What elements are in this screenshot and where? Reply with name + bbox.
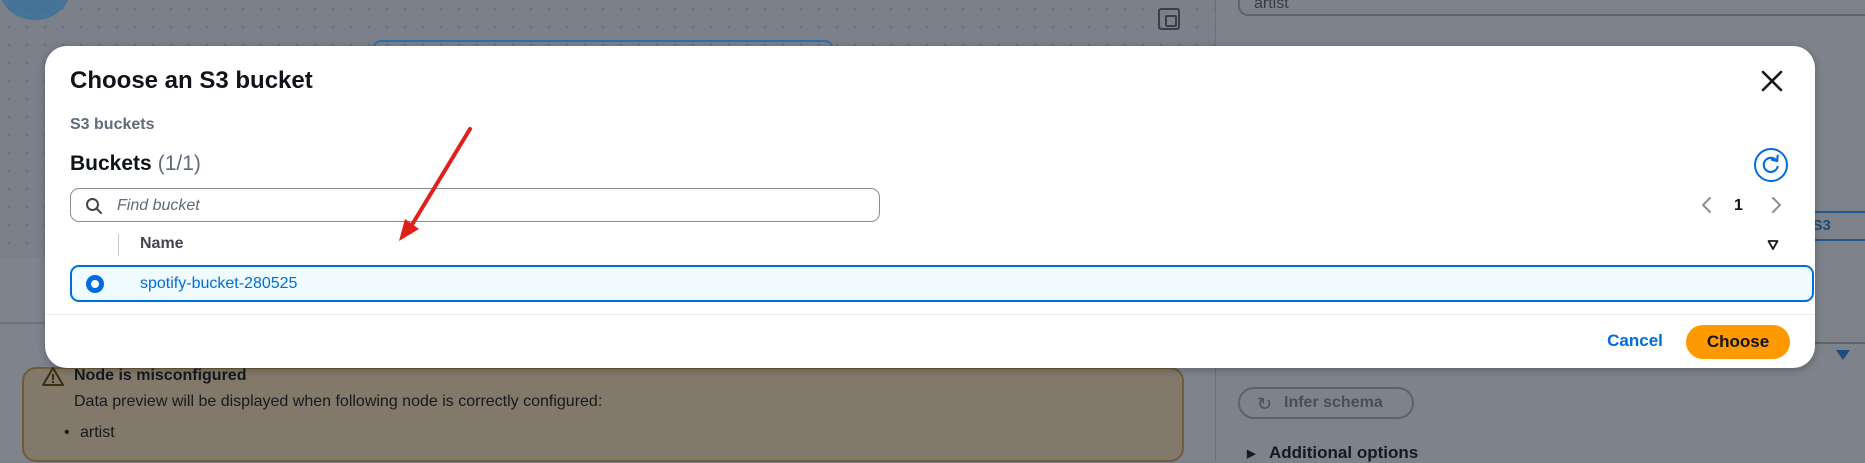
choose-s3-bucket-modal: Choose an S3 bucket S3 buckets Buckets (1…: [45, 46, 1815, 368]
buckets-count: (1/1): [157, 152, 201, 175]
warning-title: Node is misconfigured: [74, 367, 247, 384]
find-bucket-search[interactable]: [70, 188, 880, 222]
infer-schema-label: Infer schema: [1284, 394, 1383, 411]
cancel-button[interactable]: Cancel: [1595, 325, 1675, 357]
modal-title: Choose an S3 bucket: [70, 67, 313, 94]
fit-view-icon: [1158, 8, 1180, 30]
refresh-small-icon: ↻: [1257, 394, 1273, 414]
sort-icon[interactable]: [1767, 239, 1779, 251]
bucket-name[interactable]: spotify-bucket-280525: [140, 275, 297, 293]
canvas-node: [0, 0, 70, 20]
page-number[interactable]: 1: [1734, 197, 1743, 215]
buckets-heading-text: Buckets: [70, 152, 152, 175]
buckets-heading: Buckets (1/1): [70, 152, 201, 176]
node-name-value: artist: [1254, 0, 1289, 12]
search-icon: [86, 198, 102, 214]
chevron-right-icon[interactable]: [1769, 195, 1783, 215]
warning-icon: [42, 367, 64, 386]
caret-down-icon: [1836, 350, 1850, 360]
footer-divider: [45, 314, 1815, 315]
chevron-left-icon[interactable]: [1700, 195, 1714, 215]
refresh-icon[interactable]: [1754, 148, 1788, 182]
additional-options-toggle: Additional options: [1247, 443, 1418, 463]
close-icon[interactable]: [1757, 66, 1787, 96]
section-label: S3 buckets: [70, 116, 155, 133]
table-row[interactable]: spotify-bucket-280525: [70, 265, 1814, 302]
column-header-name[interactable]: Name: [140, 235, 184, 253]
search-input[interactable]: [115, 191, 859, 221]
choose-button[interactable]: Choose: [1686, 325, 1790, 359]
node-name-field: [1238, 0, 1865, 16]
column-divider: [118, 234, 119, 256]
warning-message: Data preview will be displayed when foll…: [74, 393, 603, 410]
warning-node-item: artist: [64, 424, 115, 442]
row-radio-selected[interactable]: [86, 275, 104, 293]
